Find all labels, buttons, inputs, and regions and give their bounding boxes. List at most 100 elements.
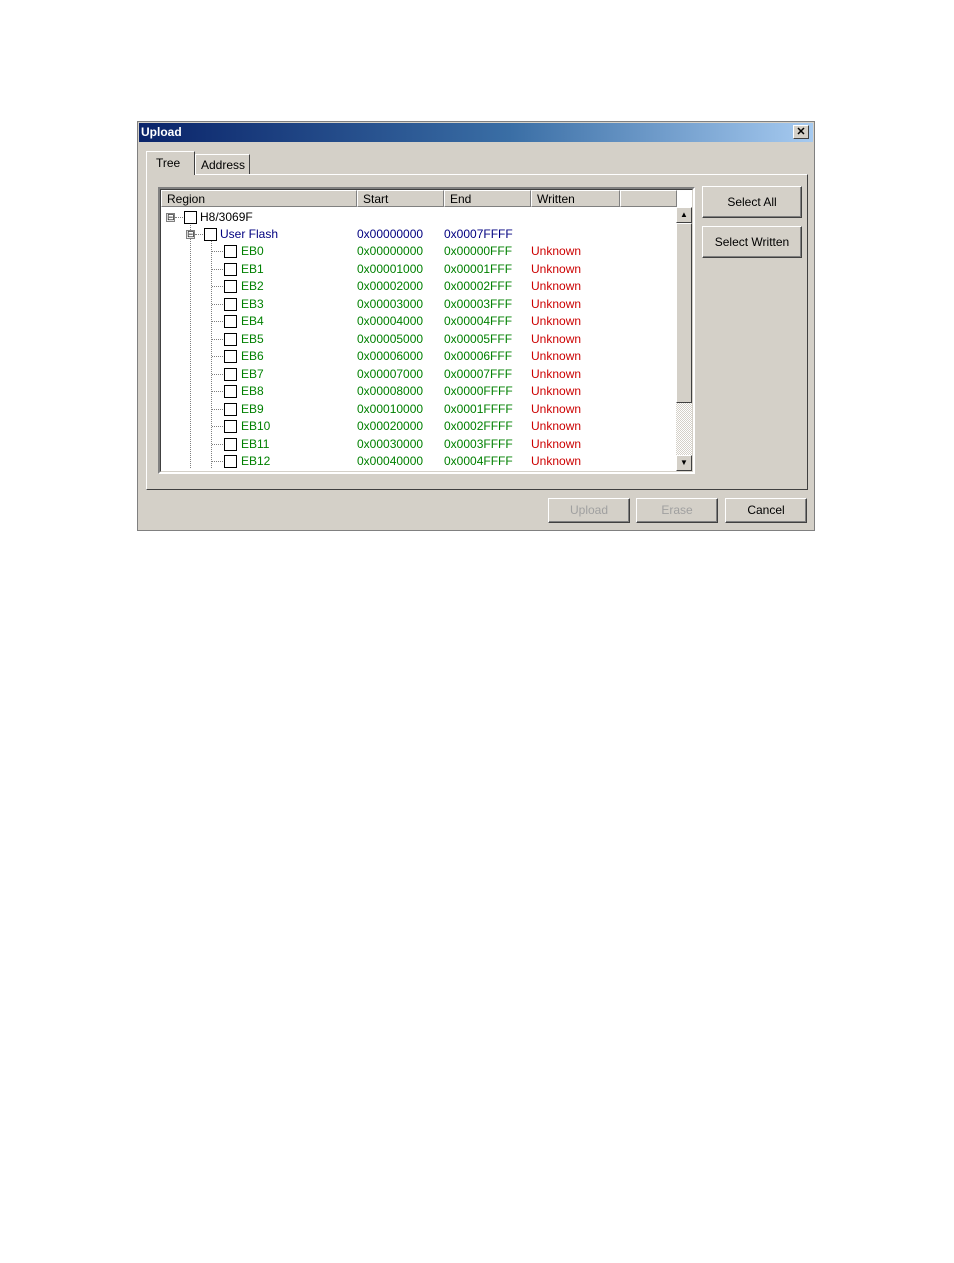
scroll-thumb[interactable] [676, 223, 692, 403]
block-name: EB12 [241, 454, 271, 468]
block-end: 0x00007FFF [444, 366, 513, 381]
block-start: 0x00004000 [357, 314, 424, 328]
table-row[interactable]: EB11 0x00030000 0x0003FFFF Unknown [161, 436, 677, 453]
block-written: Unknown [531, 279, 582, 293]
tree-line [212, 356, 223, 357]
block-name: EB10 [241, 419, 271, 433]
block-written: Unknown [531, 366, 582, 381]
table-row[interactable]: EB12 0x00040000 0x0004FFFF Unknown [161, 453, 677, 470]
tree-line [212, 373, 223, 375]
block-start: 0x00007000 [357, 366, 424, 381]
table-row[interactable]: EB5 0x00005000 0x00005FFF Unknown [161, 331, 677, 348]
table-row[interactable]: EB7 0x00007000 0x00007FFF Unknown [161, 366, 677, 383]
tree-line [212, 286, 223, 287]
checkbox[interactable] [224, 455, 237, 468]
block-name: EB5 [241, 331, 264, 346]
block-name: EB4 [241, 314, 264, 328]
checkbox[interactable] [224, 385, 237, 398]
block-written: Unknown [531, 296, 582, 311]
collapse-icon[interactable]: ⊟ [166, 213, 175, 222]
tree-row-root[interactable]: ⊟ H8/3069F [161, 209, 677, 226]
column-header-written[interactable]: Written [531, 190, 620, 207]
table-row[interactable]: EB0 0x00000000 0x00000FFF Unknown [161, 243, 677, 260]
table-row[interactable]: EB1 0x00001000 0x00001FFF Unknown [161, 261, 677, 278]
checkbox[interactable] [204, 228, 217, 241]
block-start: 0x00030000 [357, 436, 424, 451]
checkbox[interactable] [224, 297, 237, 311]
checkbox[interactable] [224, 437, 237, 451]
tree-line [212, 391, 223, 392]
block-end: 0x00004FFF [444, 314, 513, 328]
vertical-scrollbar[interactable]: ▲ ▼ [676, 207, 692, 471]
region-tree-list[interactable]: Region Start End Written ⊟ H8/3069F ⊟ Us… [158, 187, 695, 474]
collapse-icon[interactable]: ⊟ [186, 230, 195, 239]
block-name: EB3 [241, 296, 264, 311]
block-end: 0x00005FFF [444, 331, 513, 346]
tree-row-group[interactable]: ⊟ User Flash 0x00000000 0x0007FFFF [161, 226, 677, 243]
tree-line [212, 408, 223, 410]
checkbox[interactable] [224, 245, 237, 258]
tree-line [175, 217, 183, 218]
block-start: 0x00020000 [357, 419, 424, 433]
block-end: 0x00001FFF [444, 261, 513, 276]
cancel-button[interactable]: Cancel [725, 498, 807, 523]
checkbox[interactable] [224, 367, 237, 381]
block-end: 0x00006FFF [444, 349, 513, 363]
column-header-end[interactable]: End [444, 190, 531, 207]
block-end: 0x0004FFFF [444, 454, 513, 468]
tree-line [212, 426, 223, 427]
tree-line [212, 268, 223, 270]
tree-line [212, 303, 223, 305]
block-name: EB2 [241, 279, 264, 293]
block-written: Unknown [531, 401, 582, 416]
block-start: 0x00008000 [357, 384, 424, 398]
block-start: 0x00002000 [357, 279, 424, 293]
tree-line [212, 251, 223, 252]
title-bar[interactable]: Upload ✕ [139, 123, 813, 142]
window-title: Upload [141, 125, 182, 139]
table-row[interactable]: EB6 0x00006000 0x00006FFF Unknown [161, 348, 677, 365]
block-written: Unknown [531, 349, 582, 363]
block-start: 0x00005000 [357, 331, 424, 346]
checkbox[interactable] [184, 211, 197, 224]
column-header-region[interactable]: Region [161, 190, 357, 207]
scroll-down-arrow-icon[interactable]: ▼ [676, 455, 692, 471]
block-start: 0x00040000 [357, 454, 424, 468]
block-end: 0x00000FFF [444, 244, 513, 258]
tab-address[interactable]: Address [195, 154, 250, 174]
tab-tree[interactable]: Tree [146, 151, 195, 175]
tab-tree-label: Tree [156, 156, 181, 170]
group-name: User Flash [220, 227, 279, 241]
checkbox[interactable] [224, 402, 237, 416]
block-written: Unknown [531, 436, 582, 451]
table-row[interactable]: EB10 0x00020000 0x0002FFFF Unknown [161, 418, 677, 435]
scroll-up-arrow-icon[interactable]: ▲ [676, 207, 692, 223]
table-row[interactable]: EB3 0x00003000 0x00003FFF Unknown [161, 296, 677, 313]
block-end: 0x00003FFF [444, 296, 513, 311]
select-all-button[interactable]: Select All [702, 186, 802, 218]
checkbox[interactable] [224, 420, 237, 433]
tree-line [212, 321, 223, 322]
checkbox[interactable] [224, 262, 237, 276]
select-written-button[interactable]: Select Written [702, 226, 802, 258]
column-header: Region Start End Written [161, 190, 677, 207]
checkbox[interactable] [224, 315, 237, 328]
block-start: 0x00000000 [357, 244, 424, 258]
block-end: 0x0000FFFF [444, 384, 513, 398]
checkbox[interactable] [224, 350, 237, 363]
checkbox[interactable] [224, 280, 237, 293]
close-icon[interactable]: ✕ [793, 125, 809, 139]
upload-button[interactable]: Upload [548, 498, 630, 523]
block-start: 0x00010000 [357, 401, 424, 416]
list-frame: Region Start End Written ⊟ H8/3069F ⊟ Us… [160, 189, 693, 472]
upload-dialog: Upload ✕ Tree Address Region Start End W… [137, 121, 815, 531]
checkbox[interactable] [224, 332, 237, 346]
table-row[interactable]: EB4 0x00004000 0x00004FFF Unknown [161, 313, 677, 330]
block-name: EB6 [241, 349, 264, 363]
table-row[interactable]: EB9 0x00010000 0x0001FFFF Unknown [161, 401, 677, 418]
column-header-start[interactable]: Start [357, 190, 444, 207]
table-row[interactable]: EB8 0x00008000 0x0000FFFF Unknown [161, 383, 677, 400]
erase-button[interactable]: Erase [636, 498, 718, 523]
table-row[interactable]: EB2 0x00002000 0x00002FFF Unknown [161, 278, 677, 295]
block-end: 0x0002FFFF [444, 419, 513, 433]
